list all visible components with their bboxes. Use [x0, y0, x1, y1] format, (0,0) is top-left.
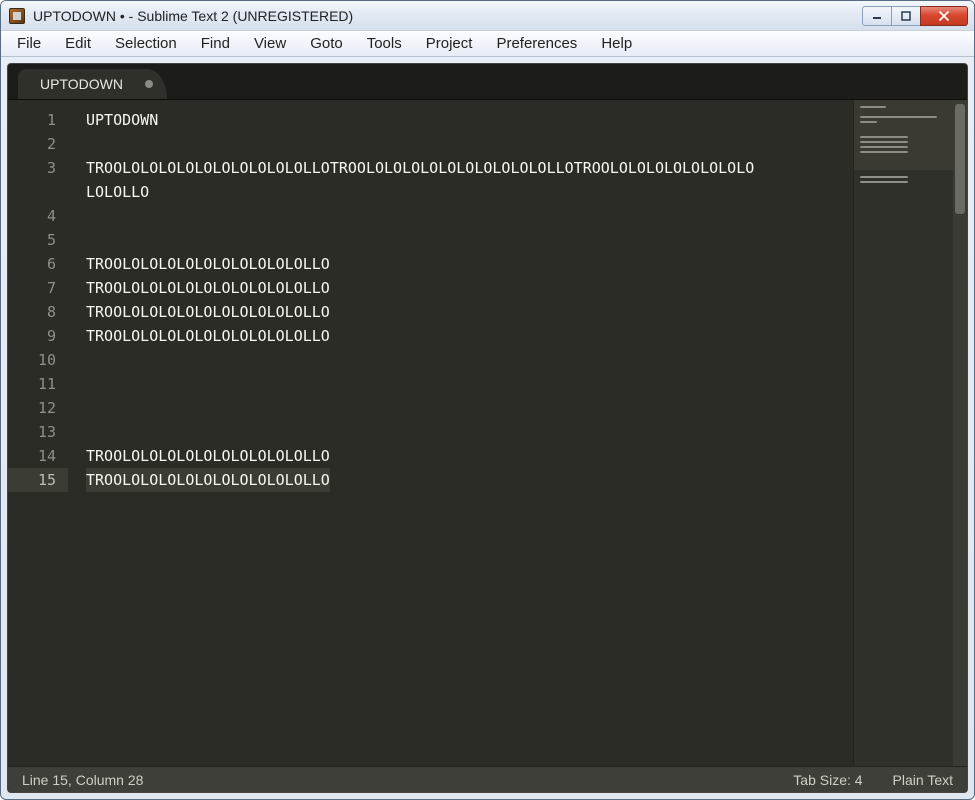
line-number: 9 [8, 324, 56, 348]
code-line[interactable] [86, 420, 853, 444]
close-button[interactable] [920, 6, 968, 26]
line-number: 2 [8, 132, 56, 156]
menu-preferences[interactable]: Preferences [484, 31, 589, 56]
line-number: 11 [8, 372, 56, 396]
code-line[interactable]: TROOLOLOLOLOLOLOLOLOLOLOLLO [86, 276, 853, 300]
line-number: 10 [8, 348, 56, 372]
line-number [8, 180, 56, 204]
minimap-viewport[interactable] [854, 100, 953, 170]
menubar: File Edit Selection Find View Goto Tools… [1, 31, 974, 57]
titlebar[interactable]: UPTODOWN • - Sublime Text 2 (UNREGISTERE… [1, 1, 974, 31]
code-line[interactable]: TROOLOLOLOLOLOLOLOLOLOLOLLOTROOLOLOLOLOL… [86, 156, 853, 180]
code-line[interactable]: LOLOLLO [86, 180, 853, 204]
code-line[interactable]: UPTODOWN [86, 108, 853, 132]
minimap[interactable] [853, 100, 953, 766]
code-line[interactable]: TROOLOLOLOLOLOLOLOLOLOLOLLO [86, 252, 853, 276]
dirty-indicator-icon [145, 80, 153, 88]
menu-file[interactable]: File [5, 31, 53, 56]
vertical-scrollbar[interactable] [953, 100, 967, 766]
line-number: 6 [8, 252, 56, 276]
menu-selection[interactable]: Selection [103, 31, 189, 56]
code-line[interactable]: TROOLOLOLOLOLOLOLOLOLOLOLLO [86, 300, 853, 324]
app-icon [9, 8, 25, 24]
editor-chrome: UPTODOWN 123456789101112131415 UPTODOWNT… [7, 63, 968, 793]
close-icon [938, 11, 950, 21]
window-controls [862, 6, 968, 26]
tabbar[interactable]: UPTODOWN [8, 64, 967, 100]
status-syntax[interactable]: Plain Text [893, 772, 953, 788]
statusbar: Line 15, Column 28 Tab Size: 4 Plain Tex… [8, 766, 967, 792]
menu-find[interactable]: Find [189, 31, 242, 56]
maximize-icon [901, 11, 911, 21]
code-line[interactable] [86, 228, 853, 252]
editor-area: 123456789101112131415 UPTODOWNTROOLOLOLO… [8, 100, 967, 766]
menu-project[interactable]: Project [414, 31, 485, 56]
scrollbar-thumb[interactable] [955, 104, 965, 214]
code-line[interactable]: TROOLOLOLOLOLOLOLOLOLOLOLLO [86, 468, 330, 492]
code-line[interactable] [86, 204, 853, 228]
window-title: UPTODOWN • - Sublime Text 2 (UNREGISTERE… [33, 8, 862, 24]
code-line[interactable] [86, 396, 853, 420]
line-number: 1 [8, 108, 56, 132]
code-line[interactable]: TROOLOLOLOLOLOLOLOLOLOLOLLO [86, 444, 853, 468]
menu-tools[interactable]: Tools [355, 31, 414, 56]
line-gutter[interactable]: 123456789101112131415 [8, 100, 68, 766]
line-number: 8 [8, 300, 56, 324]
file-tab-label: UPTODOWN [40, 76, 123, 92]
minimize-icon [872, 11, 882, 21]
menu-goto[interactable]: Goto [298, 31, 355, 56]
status-position[interactable]: Line 15, Column 28 [22, 772, 143, 788]
maximize-button[interactable] [891, 6, 921, 26]
code-line[interactable]: TROOLOLOLOLOLOLOLOLOLOLOLLO [86, 324, 853, 348]
status-tab-size[interactable]: Tab Size: 4 [793, 772, 862, 788]
app-window: UPTODOWN • - Sublime Text 2 (UNREGISTERE… [0, 0, 975, 800]
line-number: 4 [8, 204, 56, 228]
menu-help[interactable]: Help [589, 31, 644, 56]
line-number: 12 [8, 396, 56, 420]
code-line[interactable] [86, 348, 853, 372]
line-number: 7 [8, 276, 56, 300]
code-line[interactable] [86, 132, 853, 156]
line-number: 13 [8, 420, 56, 444]
minimize-button[interactable] [862, 6, 892, 26]
line-number: 5 [8, 228, 56, 252]
line-number: 14 [8, 444, 56, 468]
code-editor[interactable]: UPTODOWNTROOLOLOLOLOLOLOLOLOLOLOLLOTROOL… [68, 100, 853, 766]
line-number: 3 [8, 156, 56, 180]
menu-edit[interactable]: Edit [53, 31, 103, 56]
menu-view[interactable]: View [242, 31, 298, 56]
file-tab[interactable]: UPTODOWN [18, 69, 167, 99]
line-number: 15 [8, 468, 68, 492]
code-line[interactable] [86, 372, 853, 396]
